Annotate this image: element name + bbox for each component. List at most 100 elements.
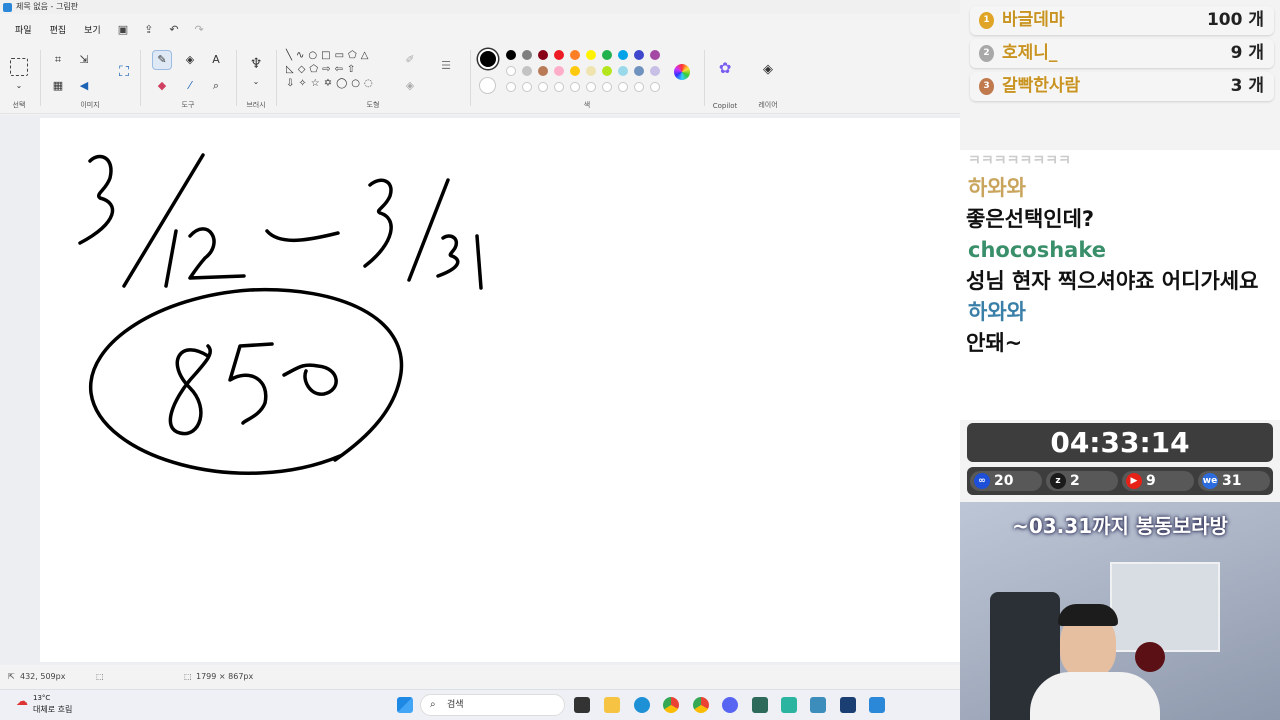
magnifier-icon[interactable]: ⌕ <box>208 78 224 94</box>
color-swatch[interactable] <box>634 50 644 60</box>
select-icon[interactable] <box>10 58 28 76</box>
group-copilot-label: Copilot <box>712 102 738 110</box>
color-swatch[interactable] <box>522 82 532 92</box>
chat-message: 좋은선택인데? <box>966 207 1095 231</box>
color-swatch[interactable] <box>522 66 532 76</box>
donor-count: 9 개 <box>1230 43 1264 63</box>
weather-icon[interactable]: ☁ <box>14 693 30 709</box>
app-icon[interactable] <box>752 697 768 713</box>
color-swatch[interactable] <box>506 82 516 92</box>
text-icon[interactable]: A <box>208 52 224 68</box>
image-select-icon[interactable]: ⛶ <box>116 64 132 80</box>
color-swatch[interactable] <box>602 82 612 92</box>
menu-edit[interactable]: 편집 <box>41 19 76 40</box>
color-swatch[interactable] <box>506 50 516 60</box>
edit-colors-icon[interactable] <box>674 64 690 80</box>
chat-message: 성님 현자 찍으셔야죠 어디가세요 <box>966 269 1259 293</box>
color-swatch[interactable] <box>602 66 612 76</box>
save-icon[interactable]: ▣ <box>110 21 136 38</box>
pencil-icon[interactable]: ✎ <box>152 50 172 70</box>
handwriting-drawing <box>78 153 483 475</box>
taskbar-search[interactable]: ⌕ 검색 <box>420 694 565 716</box>
brush-icon[interactable]: ♆ <box>248 56 264 72</box>
stroke-3c <box>436 234 460 278</box>
menu-view[interactable]: 보기 <box>75 19 110 40</box>
paint-taskbar-icon[interactable] <box>869 697 885 713</box>
color-swatch[interactable] <box>538 66 548 76</box>
app-icon[interactable] <box>781 697 797 713</box>
resize-icon[interactable]: ⇲ <box>76 52 92 68</box>
chat-overlay: ㅋㅋㅋㅋㅋㅋㅋㅋ 하와와 좋은선택인데? chocoshake 성님 현자 찍으… <box>960 150 1280 420</box>
ribbon-divider <box>470 50 471 106</box>
group-layers-label: 레이어 <box>758 101 778 109</box>
color-swatch[interactable] <box>570 50 580 60</box>
color-swatch[interactable] <box>554 50 564 60</box>
edge-icon[interactable] <box>634 697 650 713</box>
fill-icon[interactable]: ◈ <box>182 52 198 68</box>
outline-icon[interactable]: ✐ <box>402 52 418 68</box>
color-swatch[interactable] <box>554 66 564 76</box>
undo-icon[interactable]: ↶ <box>161 21 186 38</box>
color-swatch[interactable] <box>586 66 596 76</box>
color-swatch[interactable] <box>618 82 628 92</box>
stroke-slash <box>122 153 205 288</box>
layers-icon[interactable]: ◈ <box>760 62 776 78</box>
drawing-canvas[interactable] <box>40 118 960 662</box>
remove-background-icon[interactable]: ▦ <box>50 78 66 94</box>
size-icon[interactable]: ☰ <box>438 58 454 74</box>
color-swatch[interactable] <box>618 66 628 76</box>
discord-icon[interactable] <box>722 697 738 713</box>
task-view-icon[interactable] <box>574 697 590 713</box>
group-image-label: 이미지 <box>80 101 100 109</box>
color-swatch[interactable] <box>586 82 596 92</box>
color-swatch[interactable] <box>650 66 660 76</box>
start-icon[interactable] <box>397 697 413 713</box>
color-swatch[interactable] <box>650 50 660 60</box>
chrome-icon[interactable] <box>663 697 679 713</box>
copilot-icon[interactable]: ✿ <box>717 60 733 76</box>
menu-file[interactable]: 파일 <box>6 19 41 40</box>
color-swatch[interactable] <box>554 82 564 92</box>
eraser-icon[interactable]: ◆ <box>154 78 170 94</box>
redo-icon[interactable]: ↷ <box>187 21 212 38</box>
afreeca-icon: we <box>1202 473 1218 489</box>
crop-icon[interactable]: ⌗ <box>50 52 66 68</box>
app-icon[interactable] <box>840 697 856 713</box>
chzzk-icon: ∞ <box>974 473 990 489</box>
share-icon[interactable]: ⇪ <box>136 21 161 38</box>
color-swatch[interactable] <box>538 82 548 92</box>
app-icon[interactable] <box>810 697 826 713</box>
status-bar: ⇱ 432, 509px ⬚ ⬚ 1799 × 867px <box>0 665 960 689</box>
group-colors-label: 색 <box>583 101 591 109</box>
shape-fill-icon[interactable]: ◈ <box>402 78 418 94</box>
color-swatch[interactable] <box>634 66 644 76</box>
color-swatch[interactable] <box>538 50 548 60</box>
color-swatch[interactable] <box>570 82 580 92</box>
color-swatch[interactable] <box>650 82 660 92</box>
chrome-profile-icon[interactable] <box>693 697 709 713</box>
color-swatch[interactable] <box>522 50 532 60</box>
donor-name: 호제니_ <box>1002 43 1058 63</box>
rotate-icon[interactable]: ◀ <box>76 78 92 94</box>
ribbon-divider <box>236 50 237 106</box>
shape-gallery[interactable]: ╲∿○□▭⬠△ ◺◇⬠⇨⇦⇧ ⇩✧☆✡◯○◌ <box>286 49 396 91</box>
color-picker-icon[interactable]: ⁄ <box>182 78 198 94</box>
chevron-down-icon[interactable]: ⌄ <box>11 78 27 94</box>
color-swatch[interactable] <box>570 66 580 76</box>
platform-chip: z 2 <box>1046 471 1118 491</box>
chevron-down-icon[interactable]: ⌄ <box>248 74 264 90</box>
color-swatch[interactable] <box>602 50 612 60</box>
stroke-1b <box>475 234 483 290</box>
color-swatch[interactable] <box>586 50 596 60</box>
current-color-swatch[interactable] <box>478 49 498 69</box>
file-explorer-icon[interactable] <box>604 697 620 713</box>
ribbon: ⌄ 선택 ⌗ ⇲ ▦ ◀ ⛶ 이미지 ✎ ◈ A ◆ ⁄ ⌕ 도구 ♆ ⌄ 브러… <box>0 44 960 114</box>
ribbon-divider <box>704 50 705 106</box>
group-tools: ✎ ◈ A ◆ ⁄ ⌕ 도구 <box>142 44 234 114</box>
color-swatch[interactable] <box>506 66 516 76</box>
cursor-position: 432, 509px <box>20 672 66 681</box>
color-swatch[interactable] <box>634 82 644 92</box>
secondary-color-swatch[interactable] <box>479 77 496 94</box>
color-swatch[interactable] <box>618 50 628 60</box>
platform-viewer-counts: ∞ 20 z 2 ▶ 9 we 31 <box>967 467 1273 495</box>
